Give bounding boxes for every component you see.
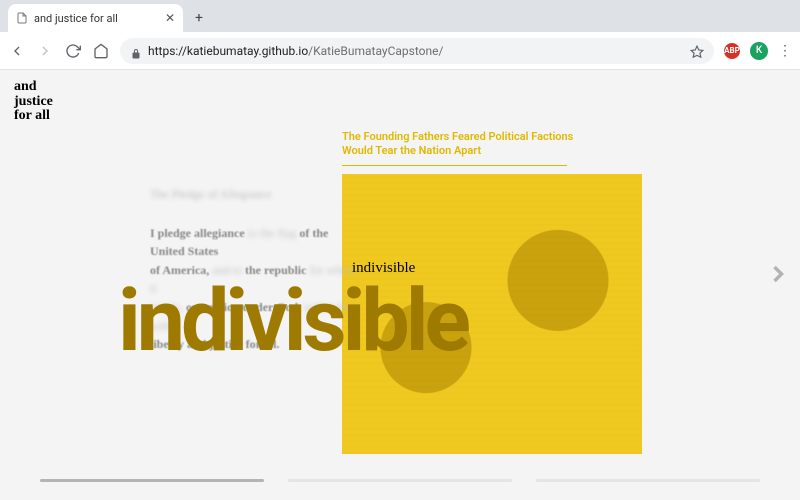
article-title: The Founding Fathers Feared Political Fa… [342,130,582,159]
focus-word-small: indivisible [352,260,415,277]
lock-icon [130,45,142,57]
reload-button[interactable] [64,42,82,60]
bookmark-icon[interactable] [690,44,704,58]
profile-avatar[interactable]: K [750,42,768,60]
home-button[interactable] [92,42,110,60]
logo-line: for all [14,109,53,124]
url-host: https://katiebumatay.github.io [148,44,308,58]
adblock-extension-icon[interactable]: ABP [724,43,740,59]
address-bar[interactable]: https://katiebumatay.github.io/KatieBuma… [120,38,714,64]
next-arrow-button[interactable] [764,260,792,292]
url-text: https://katiebumatay.github.io/KatieBuma… [148,44,684,58]
kebab-menu-icon[interactable]: ⋮ [778,43,792,59]
site-logo[interactable]: and justice for all [14,80,53,124]
logo-line: and [14,80,53,95]
progress-indicator [40,479,760,482]
pledge-heading: The Pledge of Allegiance [150,185,360,204]
tab-strip: and justice for all ✕ + [0,0,800,32]
progress-segment[interactable] [288,479,512,482]
page-content: and justice for all The Founding Fathers… [0,70,800,500]
title-underline [342,165,567,166]
tab-title: and justice for all [34,12,159,25]
progress-segment[interactable] [536,479,760,482]
pledge-line: I pledge allegiance to the flag of the U… [150,224,360,261]
forward-button[interactable] [36,42,54,60]
tab-active[interactable]: and justice for all ✕ [8,4,183,32]
page-icon [16,12,28,24]
toolbar: https://katiebumatay.github.io/KatieBuma… [0,32,800,70]
browser-chrome: and justice for all ✕ + https://katiebum… [0,0,800,70]
progress-segment[interactable] [40,479,264,482]
url-path: /KatieBumatayCapstone/ [308,44,443,58]
focus-word-large: indivisible [118,270,467,371]
close-icon[interactable]: ✕ [165,13,175,23]
back-button[interactable] [8,42,26,60]
logo-line: justice [14,95,53,110]
new-tab-button[interactable]: + [189,8,209,28]
